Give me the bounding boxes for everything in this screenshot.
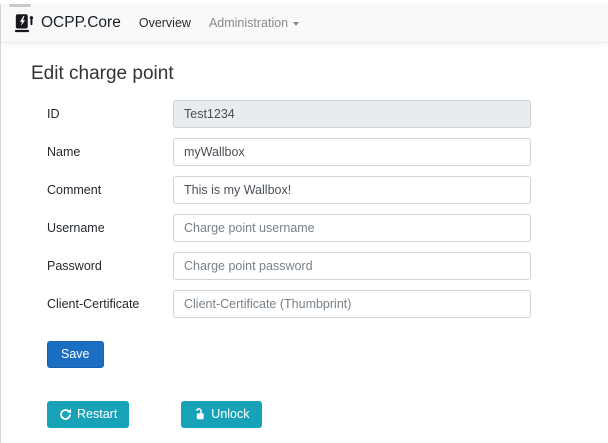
unlock-button[interactable]: Unlock (181, 401, 261, 428)
charge-point-actions: Restart Unlock (47, 401, 578, 428)
form-row-client-certificate: Client-Certificate (47, 290, 578, 318)
client-certificate-label: Client-Certificate (47, 297, 173, 311)
nav-item-administration-dropdown[interactable]: Administration (200, 10, 308, 36)
name-label: Name (47, 145, 173, 159)
comment-label: Comment (47, 183, 173, 197)
administration-label: Administration (209, 16, 288, 30)
ev-charging-station-icon (14, 12, 36, 34)
open-padlock-icon (193, 408, 206, 421)
username-label: Username (47, 221, 173, 235)
form-row-id: ID (47, 100, 578, 128)
form-row-username: Username (47, 214, 578, 242)
brand-label: OCPP.Core (41, 14, 121, 32)
username-field[interactable] (173, 214, 531, 242)
password-field[interactable] (173, 252, 531, 280)
brand-link[interactable]: OCPP.Core (14, 12, 121, 34)
navbar: OCPP.Core Overview Administration (1, 4, 608, 43)
nav-item-overview[interactable]: Overview (130, 10, 200, 36)
comment-field[interactable] (173, 176, 531, 204)
name-field[interactable] (173, 138, 531, 166)
restart-button-label: Restart (77, 407, 117, 422)
form-row-name: Name (47, 138, 578, 166)
main-content: Edit charge point ID Name Comment Userna… (1, 62, 608, 428)
password-label: Password (47, 259, 173, 273)
id-label: ID (47, 107, 173, 121)
save-button[interactable]: Save (47, 341, 104, 368)
restart-arrow-icon (59, 408, 72, 421)
nav-links: Overview Administration (130, 10, 308, 36)
form-row-password: Password (47, 252, 578, 280)
save-button-label: Save (61, 347, 90, 362)
restart-button[interactable]: Restart (47, 401, 129, 428)
unlock-button-label: Unlock (211, 407, 249, 422)
client-certificate-field[interactable] (173, 290, 531, 318)
window-edge-artifact (9, 4, 31, 7)
id-field (173, 100, 531, 128)
page-title: Edit charge point (31, 62, 578, 87)
form-row-comment: Comment (47, 176, 578, 204)
caret-down-icon (293, 22, 299, 26)
